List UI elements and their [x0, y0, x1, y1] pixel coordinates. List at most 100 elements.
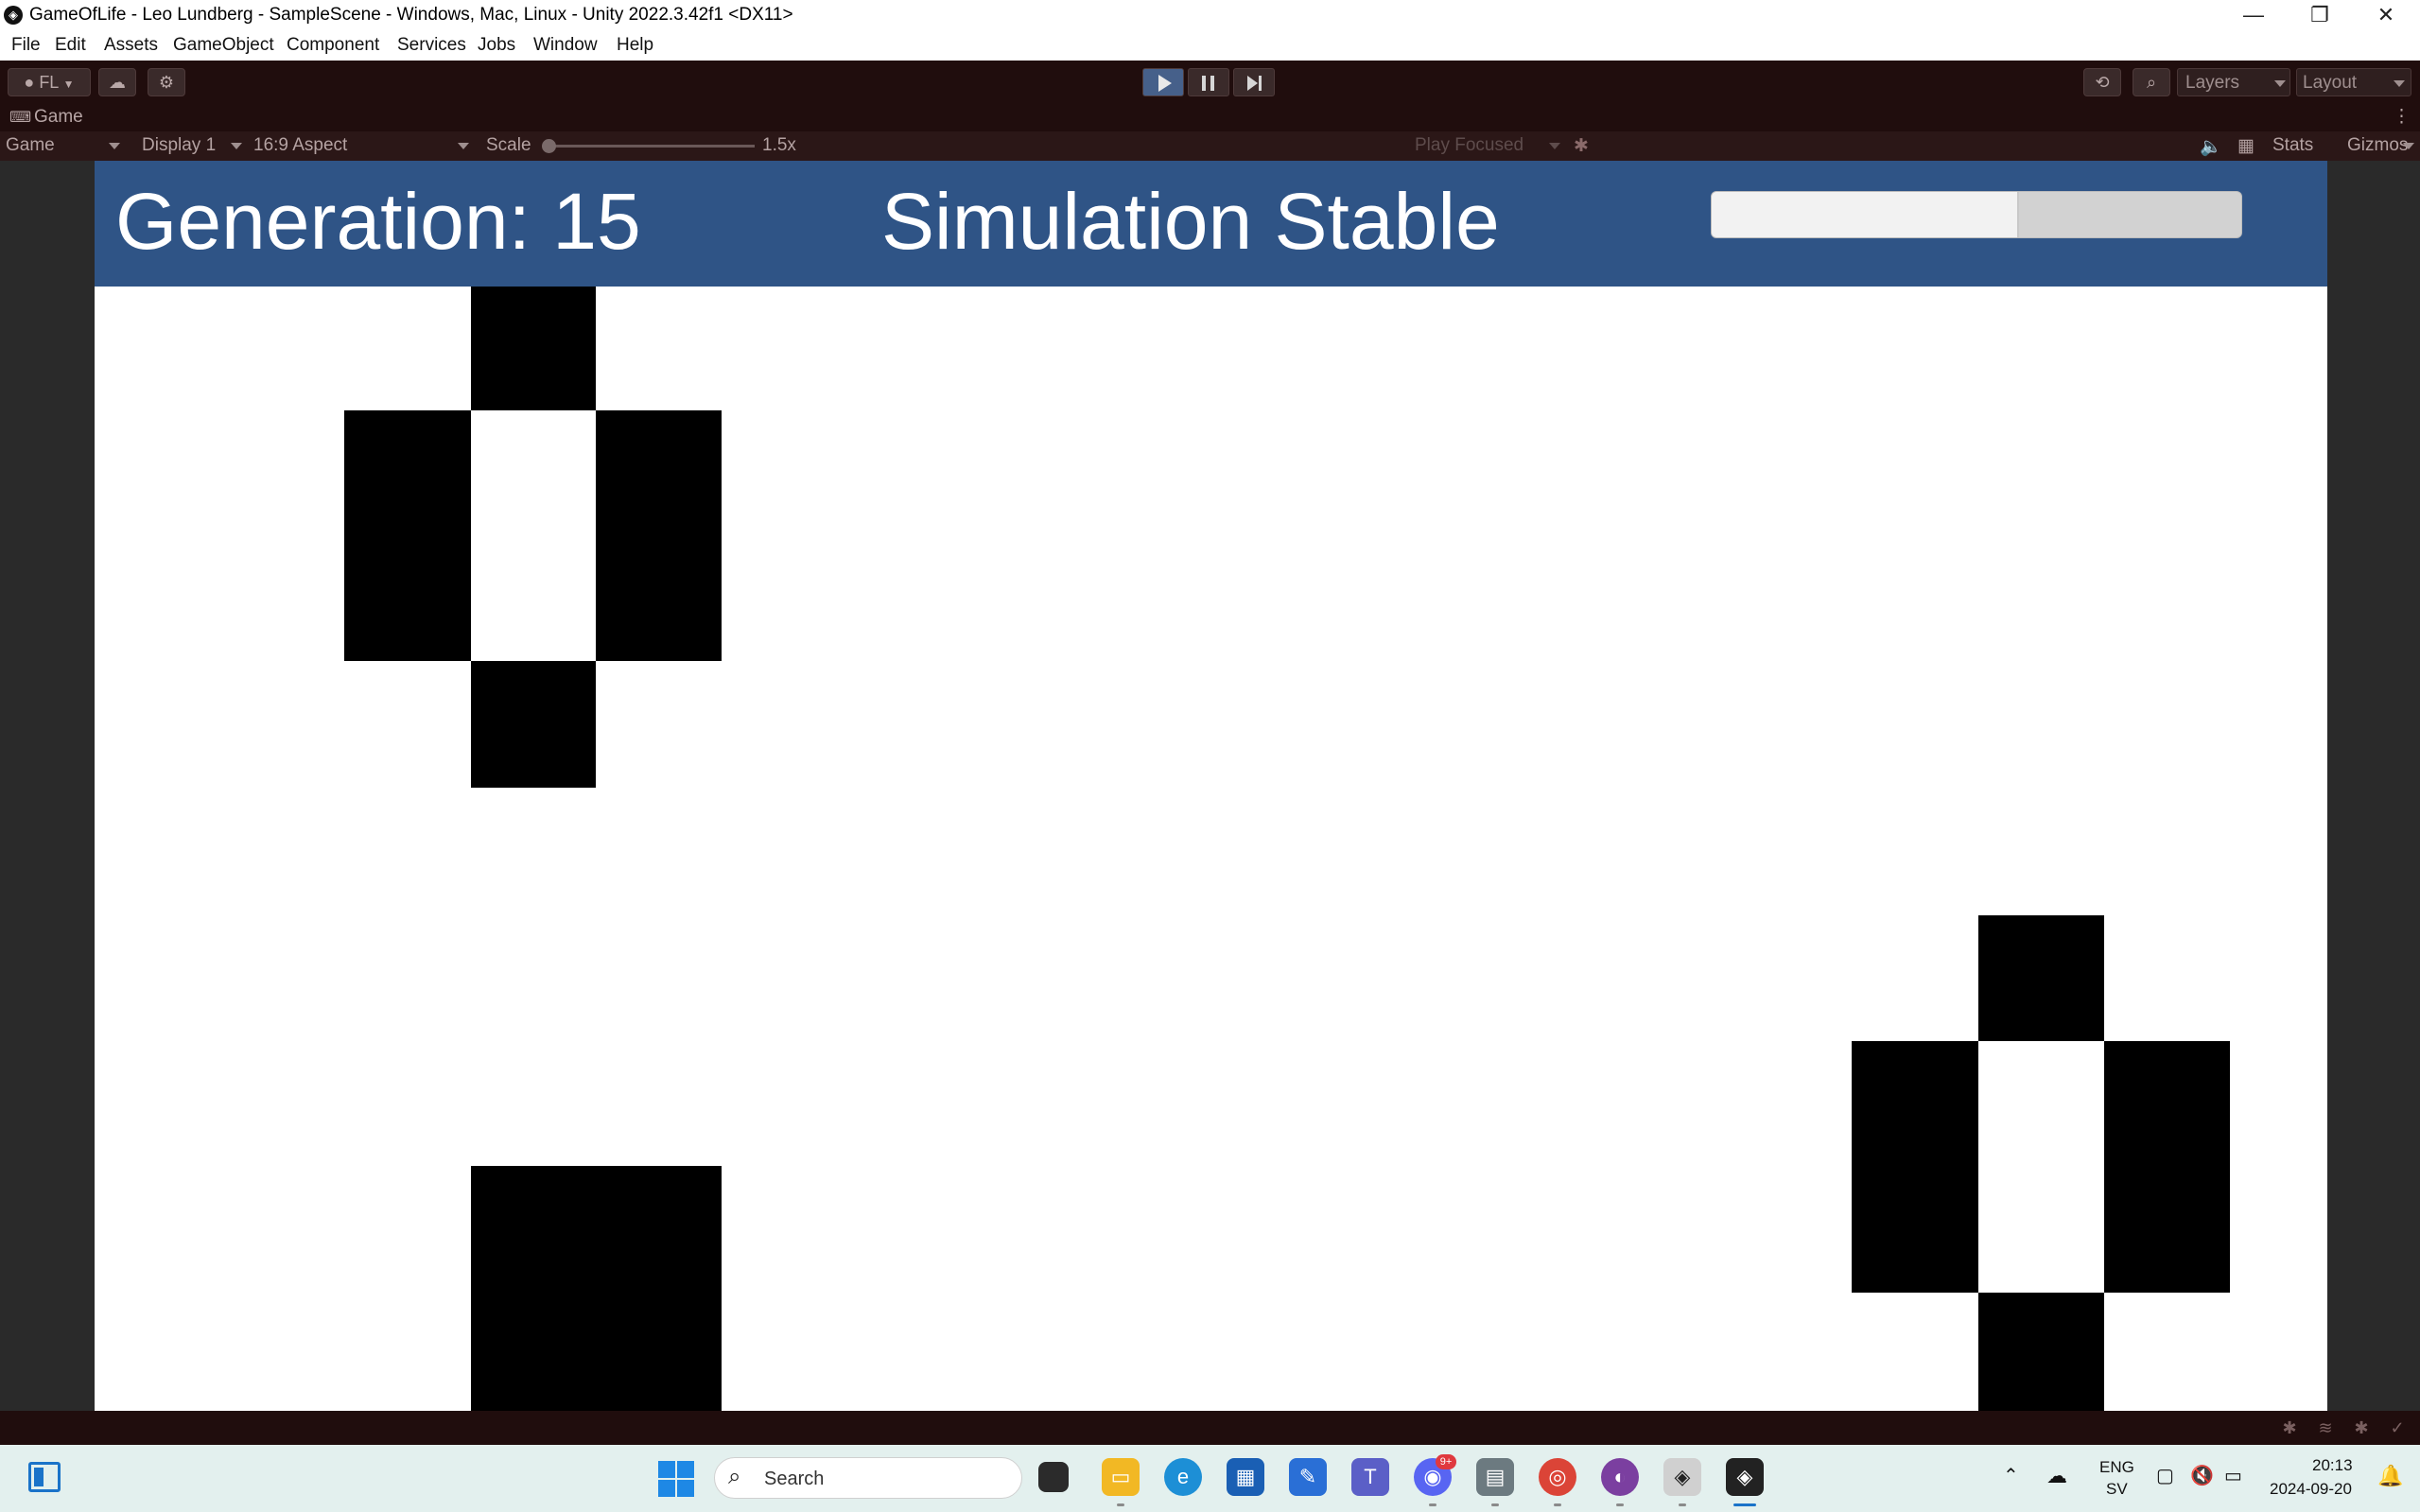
active-app-indicator: [1733, 1503, 1756, 1506]
stats-button[interactable]: Stats: [2272, 135, 2313, 156]
close-button[interactable]: ✕: [2353, 0, 2419, 31]
notification-bell-icon[interactable]: 🔔: [2377, 1464, 2403, 1488]
live-cell: [596, 410, 722, 661]
history-button[interactable]: ⟲: [2083, 68, 2121, 96]
layers-stack-icon[interactable]: ≋: [2315, 1418, 2336, 1437]
gear-icon: ⚙: [158, 73, 175, 92]
gamepad-icon: ⌨: [9, 110, 32, 126]
simulation-status: Simulation Stable: [881, 177, 1500, 266]
main-toolbar: ● FL ▼ ☁ ⚙ ⟲ ⌕ Layers Layout: [0, 61, 2420, 104]
pause-button[interactable]: [1188, 68, 1229, 96]
progress-fill: [1712, 192, 2019, 237]
chevron-down-icon: [2394, 80, 2405, 87]
onedrive-icon[interactable]: ☁: [2046, 1464, 2067, 1488]
chevron-down-icon: [231, 143, 242, 149]
file-explorer-icon[interactable]: ▭: [1102, 1458, 1140, 1496]
window-title: GameOfLife - Leo Lundberg - SampleScene …: [29, 5, 793, 25]
scale-slider-track[interactable]: [547, 145, 755, 148]
display-dropdown[interactable]: Display 1: [142, 135, 216, 156]
notification-badge: 9+: [1436, 1454, 1456, 1469]
task-view-icon[interactable]: [1038, 1462, 1069, 1492]
teams-icon[interactable]: T: [1351, 1458, 1389, 1496]
volume-muted-icon[interactable]: 🔇: [2190, 1464, 2214, 1487]
widgets-icon[interactable]: [28, 1462, 61, 1492]
bug-icon[interactable]: ✱: [1574, 135, 1589, 157]
layers-label: Layers: [2185, 73, 2240, 93]
calculator-icon[interactable]: ▤: [1476, 1458, 1514, 1496]
step-icon: [1247, 69, 1264, 97]
chevron-up-icon[interactable]: ⌃: [2003, 1464, 2019, 1487]
progress-bar: [1711, 191, 2242, 238]
layout-label: Layout: [2303, 73, 2358, 93]
scale-slider-handle[interactable]: [542, 139, 556, 153]
gizmos-button[interactable]: Gizmos: [2347, 135, 2408, 156]
ms-store-icon[interactable]: ▦: [1227, 1458, 1264, 1496]
settings-button[interactable]: ⚙: [148, 68, 185, 96]
live-cell: [344, 410, 471, 661]
github-desktop-icon[interactable]: ◐: [1601, 1458, 1639, 1496]
unity-logo-icon: ◈: [4, 6, 23, 25]
play-icon: [1158, 75, 1172, 92]
aspect-dropdown[interactable]: 16:9 Aspect: [253, 135, 347, 156]
history-icon: ⟲: [2095, 73, 2110, 92]
layers-dropdown[interactable]: Layers: [2177, 68, 2290, 96]
cloud-button[interactable]: ☁: [98, 68, 136, 96]
menu-gameobject[interactable]: GameObject: [173, 35, 274, 56]
search-icon: ⌕: [2146, 73, 2157, 92]
maximize-button[interactable]: ❐: [2287, 0, 2353, 31]
chevron-down-icon: ▼: [62, 78, 75, 91]
chevron-down-icon: [458, 143, 469, 149]
mute-audio-icon[interactable]: 🔈: [2200, 135, 2222, 158]
menu-window[interactable]: Window: [533, 35, 598, 56]
game-tab-strip: ⌨ Game ⋮: [0, 104, 2420, 131]
live-cell: [1978, 1293, 2104, 1411]
menu-assets[interactable]: Assets: [104, 35, 158, 56]
minimize-button[interactable]: —: [2220, 0, 2287, 31]
search-button[interactable]: ⌕: [2133, 68, 2170, 96]
windows-start-icon[interactable]: [658, 1461, 694, 1497]
editor-status-bar: ✱ ≋ ✱ ✓: [0, 1411, 2420, 1445]
app-icon[interactable]: ✎: [1289, 1458, 1327, 1496]
menu-edit[interactable]: Edit: [55, 35, 86, 56]
menu-component[interactable]: Component: [287, 35, 379, 56]
layout-dropdown[interactable]: Layout: [2296, 68, 2411, 96]
account-dropdown[interactable]: ● FL ▼: [8, 68, 91, 96]
play-focused-dropdown[interactable]: Play Focused: [1415, 135, 1523, 156]
tab-game[interactable]: Game: [34, 107, 83, 128]
chrome-icon[interactable]: ◎: [1539, 1458, 1576, 1496]
live-cell: [471, 287, 596, 410]
scale-label: Scale: [486, 135, 531, 155]
battery-icon[interactable]: ▭: [2224, 1464, 2242, 1487]
menu-file[interactable]: File: [11, 35, 41, 56]
unity-editor-icon[interactable]: ◈: [1726, 1458, 1764, 1496]
edge-browser-icon[interactable]: e: [1164, 1458, 1202, 1496]
clock-time[interactable]: 20:13: [2312, 1456, 2353, 1475]
menu-help[interactable]: Help: [617, 35, 653, 56]
bug-off-icon[interactable]: ✱: [2351, 1418, 2372, 1437]
scale-value: 1.5x: [762, 135, 796, 155]
live-cell: [2104, 1041, 2230, 1293]
pause-icon: [1202, 69, 1217, 97]
game-mode-dropdown[interactable]: Game: [6, 135, 55, 156]
more-options-icon[interactable]: ⋮: [2393, 106, 2411, 128]
search-icon: ⌕: [728, 1464, 741, 1489]
taskbar-search[interactable]: ⌕ Search: [714, 1457, 1022, 1499]
chevron-down-icon: [2274, 80, 2286, 87]
chevron-down-icon: [109, 143, 120, 149]
debug-icon[interactable]: ✱: [2279, 1418, 2300, 1437]
menu-services[interactable]: Services: [397, 35, 466, 56]
menu-bar: File Edit Assets GameObject Component Se…: [0, 31, 2420, 61]
check-circle-icon[interactable]: ✓: [2387, 1418, 2408, 1437]
menu-jobs[interactable]: Jobs: [478, 35, 515, 56]
grid-icon[interactable]: ▦: [2237, 135, 2255, 157]
live-cell: [1852, 1041, 1978, 1293]
play-button[interactable]: [1142, 68, 1184, 96]
game-view[interactable]: Generation: 15 Simulation Stable: [95, 161, 2327, 1411]
language-bottom[interactable]: SV: [2106, 1480, 2128, 1499]
unity-hub-icon[interactable]: ◈: [1663, 1458, 1701, 1496]
live-cell: [471, 661, 596, 788]
language-top[interactable]: ENG: [2099, 1458, 2134, 1477]
network-icon[interactable]: ▢: [2156, 1464, 2174, 1487]
clock-date[interactable]: 2024-09-20: [2270, 1480, 2352, 1499]
step-button[interactable]: [1233, 68, 1275, 96]
